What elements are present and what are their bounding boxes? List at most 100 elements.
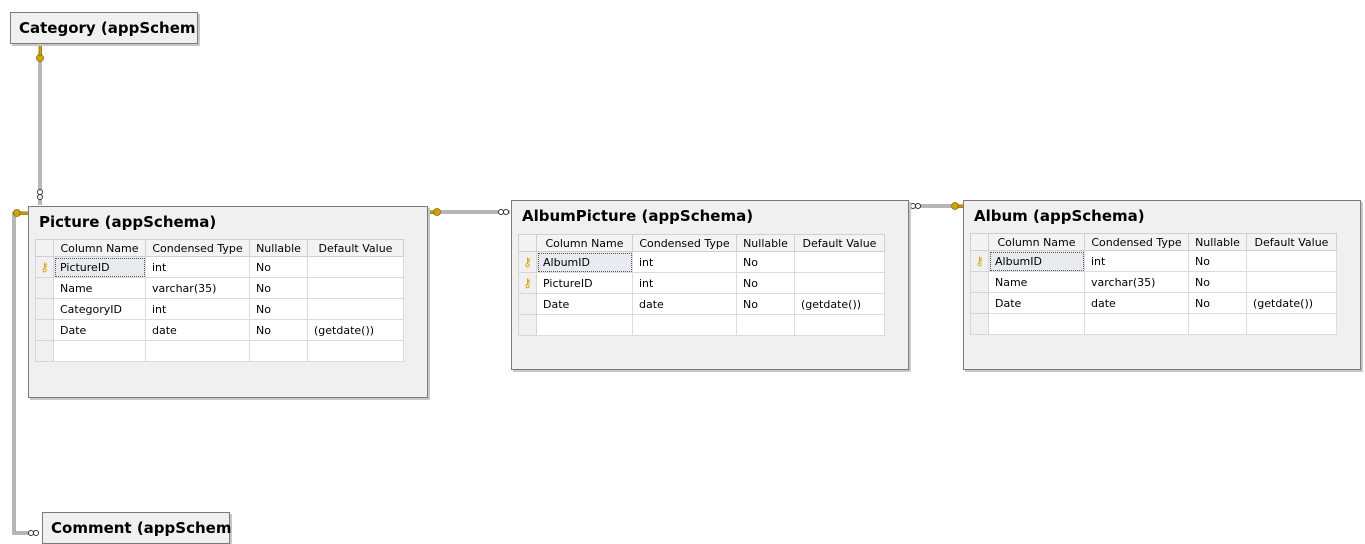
table-row[interactable]: ⚷ AlbumID int No [518, 251, 885, 273]
type-cell[interactable]: int [632, 251, 737, 273]
row-selector[interactable] [970, 292, 989, 314]
table-row[interactable]: Name varchar(35) No [35, 277, 404, 299]
type-cell[interactable]: varchar(35) [145, 277, 250, 299]
row-selector[interactable]: ⚷ [35, 256, 54, 278]
column-name-cell[interactable]: AlbumID [988, 250, 1085, 272]
nullable-cell[interactable]: No [1188, 250, 1247, 272]
default-value-cell[interactable] [1246, 271, 1337, 293]
default-value-cell[interactable]: (getdate()) [794, 293, 885, 315]
table-row[interactable]: CategoryID int No [35, 298, 404, 320]
nullable-cell[interactable]: No [249, 256, 308, 278]
key-icon: ⚷ [523, 255, 532, 269]
empty-cell[interactable] [53, 340, 146, 362]
empty-row[interactable] [518, 314, 885, 336]
column-grid: Column Name Condensed Type Nullable Default… [518, 234, 885, 336]
column-name-cell[interactable]: AlbumID [536, 251, 633, 273]
nullable-cell[interactable]: No [736, 272, 795, 294]
column-header[interactable]: Nullable [1188, 233, 1247, 251]
column-header[interactable]: Default Value [1246, 233, 1337, 251]
nullable-cell[interactable]: No [1188, 292, 1247, 314]
empty-cell[interactable] [736, 314, 795, 336]
row-selector[interactable] [518, 314, 537, 336]
empty-cell[interactable] [1188, 313, 1247, 335]
table-title: Picture (appSchema) [39, 213, 217, 231]
type-cell[interactable]: varchar(35) [1084, 271, 1189, 293]
row-selector[interactable] [970, 313, 989, 335]
column-name-cell[interactable]: Date [988, 292, 1085, 314]
type-cell[interactable]: date [1084, 292, 1189, 314]
row-selector[interactable] [35, 277, 54, 299]
default-value-cell[interactable] [794, 251, 885, 273]
empty-cell[interactable] [307, 340, 404, 362]
column-header[interactable]: Column Name [53, 239, 146, 257]
table-row[interactable]: ⚷ PictureID int No [518, 272, 885, 294]
default-value-cell[interactable] [1246, 250, 1337, 272]
row-selector[interactable] [35, 319, 54, 341]
default-value-cell[interactable]: (getdate()) [1246, 292, 1337, 314]
row-selector[interactable]: ⚷ [518, 272, 537, 294]
column-name-cell[interactable]: PictureID [53, 256, 146, 278]
table-row[interactable]: ⚷ PictureID int No [35, 256, 404, 278]
column-header[interactable]: Default Value [307, 239, 404, 257]
row-selector[interactable]: ⚷ [970, 250, 989, 272]
nullable-cell[interactable]: No [1188, 271, 1247, 293]
type-cell[interactable]: int [1084, 250, 1189, 272]
key-icon: ⚷ [975, 254, 984, 268]
column-name-cell[interactable]: PictureID [536, 272, 633, 294]
row-selector[interactable]: ⚷ [518, 251, 537, 273]
default-value-cell[interactable]: (getdate()) [307, 319, 404, 341]
type-cell[interactable]: date [145, 319, 250, 341]
default-value-cell[interactable] [307, 298, 404, 320]
empty-cell[interactable] [988, 313, 1085, 335]
column-header[interactable]: Column Name [536, 234, 633, 252]
table-picture[interactable]: Picture (appSchema) Column Name Condensed… [28, 206, 428, 398]
row-selector[interactable] [35, 340, 54, 362]
table-comment[interactable]: Comment (appSchem [42, 512, 231, 544]
column-header[interactable]: Condensed Type [145, 239, 250, 257]
nullable-cell[interactable]: No [249, 298, 308, 320]
row-selector[interactable] [518, 293, 537, 315]
empty-row[interactable] [970, 313, 1337, 335]
table-album[interactable]: Album (appSchema) Column Name Condensed T… [963, 200, 1361, 370]
nullable-cell[interactable]: No [249, 277, 308, 299]
empty-cell[interactable] [632, 314, 737, 336]
column-header[interactable]: Column Name [988, 233, 1085, 251]
empty-cell[interactable] [536, 314, 633, 336]
default-value-cell[interactable] [794, 272, 885, 294]
infinity-icon [498, 209, 509, 215]
empty-cell[interactable] [145, 340, 250, 362]
type-cell[interactable]: int [632, 272, 737, 294]
default-value-cell[interactable] [307, 277, 404, 299]
column-header[interactable]: Nullable [249, 239, 308, 257]
column-name-cell[interactable]: Date [536, 293, 633, 315]
default-value-cell[interactable] [307, 256, 404, 278]
empty-cell[interactable] [794, 314, 885, 336]
nullable-cell[interactable]: No [249, 319, 308, 341]
empty-row[interactable] [35, 340, 404, 362]
column-header[interactable]: Default Value [794, 234, 885, 252]
column-name-cell[interactable]: CategoryID [53, 298, 146, 320]
column-header[interactable]: Condensed Type [632, 234, 737, 252]
table-row[interactable]: ⚷ AlbumID int No [970, 250, 1337, 272]
table-row[interactable]: Date date No (getdate()) [970, 292, 1337, 314]
column-header[interactable]: Nullable [736, 234, 795, 252]
column-header[interactable]: Condensed Type [1084, 233, 1189, 251]
table-row[interactable]: Date date No (getdate()) [35, 319, 404, 341]
table-row[interactable]: Date date No (getdate()) [518, 293, 885, 315]
nullable-cell[interactable]: No [736, 251, 795, 273]
empty-cell[interactable] [1084, 313, 1189, 335]
empty-cell[interactable] [1246, 313, 1337, 335]
table-row[interactable]: Name varchar(35) No [970, 271, 1337, 293]
type-cell[interactable]: date [632, 293, 737, 315]
type-cell[interactable]: int [145, 256, 250, 278]
table-albumpicture[interactable]: AlbumPicture (appSchema) Column Name Cond… [511, 200, 909, 370]
nullable-cell[interactable]: No [736, 293, 795, 315]
column-name-cell[interactable]: Date [53, 319, 146, 341]
empty-cell[interactable] [249, 340, 308, 362]
row-selector[interactable] [970, 271, 989, 293]
table-category[interactable]: Category (appSchem [10, 12, 198, 44]
column-name-cell[interactable]: Name [988, 271, 1085, 293]
column-name-cell[interactable]: Name [53, 277, 146, 299]
row-selector[interactable] [35, 298, 54, 320]
type-cell[interactable]: int [145, 298, 250, 320]
